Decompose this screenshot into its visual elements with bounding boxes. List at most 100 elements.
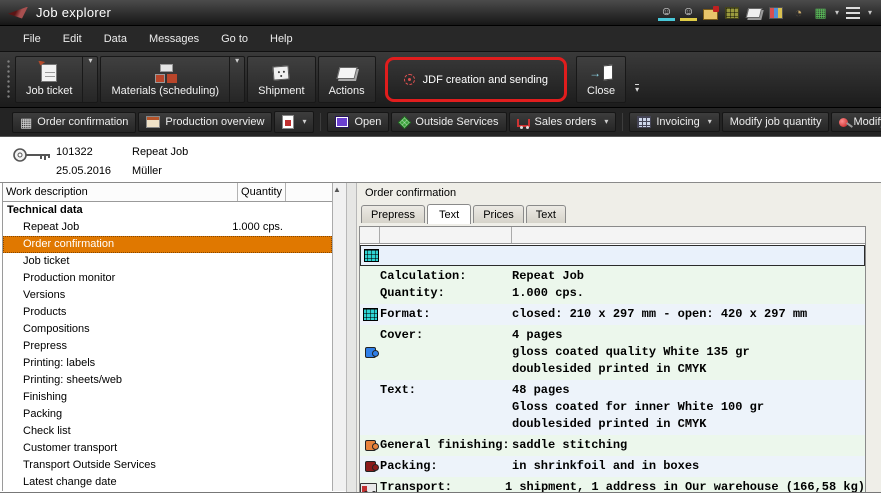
new-contact-icon[interactable]: ☺ bbox=[658, 5, 675, 21]
tree-item-production-monitor[interactable]: Production monitor bbox=[3, 270, 332, 287]
job-ticket-label: Job ticket bbox=[26, 85, 72, 97]
left-panel-scrollbar[interactable]: ▲ bbox=[332, 183, 346, 491]
outside-services-button[interactable]: Outside Services bbox=[391, 112, 506, 132]
header-cell-value[interactable] bbox=[512, 227, 865, 243]
menu-help[interactable]: Help bbox=[259, 28, 304, 50]
layers-button[interactable] bbox=[845, 5, 862, 21]
export-table-icon[interactable]: ▦ bbox=[812, 5, 829, 21]
modify-status-label: Modify status bbox=[853, 116, 881, 128]
layers-icon bbox=[846, 7, 860, 19]
job-name: Repeat Job bbox=[132, 143, 188, 162]
sales-orders-label: Sales orders bbox=[535, 116, 597, 128]
menu-edit[interactable]: Edit bbox=[52, 28, 93, 50]
panel-splitter[interactable] bbox=[346, 183, 357, 493]
order-confirmation-grid-icon: ▦ bbox=[20, 116, 32, 129]
statistics-pie-icon[interactable]: ◔ bbox=[790, 5, 807, 21]
layers-dropdown-caret-icon[interactable]: ▾ bbox=[868, 9, 872, 17]
table-row-quantity[interactable]: Quantity: 1.000 cps. bbox=[360, 285, 865, 302]
sales-orders-dropdown-caret-icon[interactable]: ▾ bbox=[604, 118, 608, 126]
menu-data[interactable]: Data bbox=[93, 28, 138, 50]
menu-file[interactable]: File bbox=[12, 28, 52, 50]
menu-messages[interactable]: Messages bbox=[138, 28, 210, 50]
tab-prices[interactable]: Prices bbox=[473, 205, 524, 223]
modify-status-button[interactable]: Modify status bbox=[831, 112, 881, 132]
puzzle-orange-icon bbox=[365, 440, 376, 451]
table-row-general-finishing[interactable]: General finishing: saddle stitching bbox=[360, 437, 865, 454]
job-ticket-button[interactable]: Job ticket ▾ bbox=[15, 56, 98, 103]
tree-item-check-list[interactable]: Check list bbox=[3, 423, 332, 440]
sales-orders-button[interactable]: Sales orders ▾ bbox=[509, 112, 617, 132]
tree-item-customer-transport[interactable]: Customer transport bbox=[3, 440, 332, 457]
invoicing-calculator-icon bbox=[637, 116, 651, 128]
notes-icon bbox=[746, 8, 762, 18]
tree-item-printing-labels[interactable]: Printing: labels bbox=[3, 355, 332, 372]
tree-item-finishing[interactable]: Finishing bbox=[3, 389, 332, 406]
modify-job-quantity-button[interactable]: Modify job quantity bbox=[722, 112, 830, 132]
order-confirmation-nav-button[interactable]: ▦ Order confirmation bbox=[12, 112, 136, 133]
tree-item-latest-change-date[interactable]: Latest change date bbox=[3, 474, 332, 491]
tree-item-order-confirmation[interactable]: Order confirmation bbox=[3, 236, 332, 253]
pdf-dropdown-caret-icon[interactable]: ▾ bbox=[302, 118, 306, 126]
actions-button[interactable]: Actions bbox=[318, 56, 376, 103]
table-row-format[interactable]: Format: closed: 210 x 297 mm - open: 420… bbox=[360, 306, 865, 323]
key-icon bbox=[12, 146, 52, 167]
open-button[interactable]: Open bbox=[327, 112, 389, 132]
tab-text-2[interactable]: Text bbox=[526, 205, 566, 223]
tree-item-transport-outside-services[interactable]: Transport Outside Services bbox=[3, 457, 332, 474]
table-row-calculation[interactable]: Calculation: Repeat Job bbox=[360, 268, 865, 285]
table-row-text[interactable]: Text: 48 pages Gloss coated for inner Wh… bbox=[360, 382, 865, 433]
invoicing-button[interactable]: Invoicing ▾ bbox=[629, 112, 719, 132]
close-label: Close bbox=[587, 85, 615, 97]
order-confirmation-table: Calculation: Repeat Job Quantity: 1.000 … bbox=[359, 226, 866, 493]
modify-job-quantity-label: Modify job quantity bbox=[730, 116, 822, 128]
tab-prepress[interactable]: Prepress bbox=[361, 205, 425, 223]
menu-goto[interactable]: Go to bbox=[210, 28, 259, 50]
scroll-up-arrow-icon[interactable]: ▲ bbox=[333, 186, 341, 204]
transport-block: Transport: 1 shipment, 1 address in Our … bbox=[360, 477, 865, 493]
materials-label: Materials (scheduling) bbox=[111, 85, 219, 97]
column-header-work-description[interactable]: Work description bbox=[3, 183, 238, 201]
folder-alert-button[interactable] bbox=[702, 5, 719, 21]
materials-scheduling-button[interactable]: Materials (scheduling) ▾ bbox=[100, 56, 245, 103]
job-info-bar: 101322 25.05.2016 Repeat Job Müller bbox=[0, 137, 881, 183]
edit-contact-icon[interactable]: ☺ bbox=[680, 5, 697, 21]
tree-item-products[interactable]: Products bbox=[3, 304, 332, 321]
job-ticket-dropdown-caret-icon[interactable]: ▾ bbox=[82, 57, 97, 102]
materials-dropdown-caret-icon[interactable]: ▾ bbox=[229, 57, 244, 102]
tab-text-active[interactable]: Text bbox=[427, 204, 471, 224]
tree-item-printing-sheets-web[interactable]: Printing: sheets/web bbox=[3, 372, 332, 389]
tree-item-prepress[interactable]: Prepress bbox=[3, 338, 332, 355]
calculator-button[interactable] bbox=[724, 5, 741, 21]
spreadsheet-button[interactable] bbox=[768, 5, 785, 21]
column-header-empty[interactable] bbox=[286, 183, 332, 201]
shipment-button[interactable]: Shipment bbox=[247, 56, 315, 103]
production-overview-icon bbox=[146, 116, 160, 128]
invoicing-dropdown-caret-icon[interactable]: ▾ bbox=[708, 118, 712, 126]
pdf-export-button[interactable]: ▾ bbox=[274, 111, 314, 133]
navigation-toolbar: ▦ Order confirmation Production overview… bbox=[0, 108, 881, 137]
door-icon bbox=[603, 64, 613, 80]
header-cell-label[interactable] bbox=[380, 227, 512, 243]
tree-item-compositions[interactable]: Compositions bbox=[3, 321, 332, 338]
notes-button[interactable] bbox=[746, 5, 763, 21]
tree-item-packing[interactable]: Packing bbox=[3, 406, 332, 423]
table-row-transport[interactable]: Transport: 1 shipment, 1 address in Our … bbox=[360, 479, 865, 493]
tree-item-versions[interactable]: Versions bbox=[3, 287, 332, 304]
invoicing-label: Invoicing bbox=[656, 116, 699, 128]
toolbar-overflow-button[interactable]: ▾ bbox=[635, 84, 639, 94]
export-dropdown-caret-icon[interactable]: ▾ bbox=[835, 9, 839, 17]
production-overview-button[interactable]: Production overview bbox=[138, 112, 272, 132]
table-row-cover[interactable]: Cover: 4 pages gloss coated quality Whit… bbox=[360, 327, 865, 378]
table-row-packing[interactable]: Packing: in shrinkfoil and in boxes bbox=[360, 458, 865, 475]
toolbar-grip[interactable] bbox=[6, 59, 11, 100]
tree-group-technical-data[interactable]: Technical data bbox=[3, 202, 332, 219]
selected-icon-row[interactable] bbox=[360, 245, 865, 266]
jdf-creation-button[interactable]: JDF creation and sending bbox=[385, 57, 567, 102]
order-confirmation-nav-label: Order confirmation bbox=[37, 116, 128, 128]
tree-item-repeat-job[interactable]: Repeat Job1.000 cps. bbox=[3, 219, 332, 236]
close-button[interactable]: → Close bbox=[576, 56, 626, 103]
job-name-customer-column: Repeat Job Müller bbox=[132, 143, 188, 181]
header-cell-icon[interactable] bbox=[360, 227, 380, 243]
tree-item-job-ticket[interactable]: Job ticket bbox=[3, 253, 332, 270]
column-header-quantity[interactable]: Quantity bbox=[238, 183, 286, 201]
